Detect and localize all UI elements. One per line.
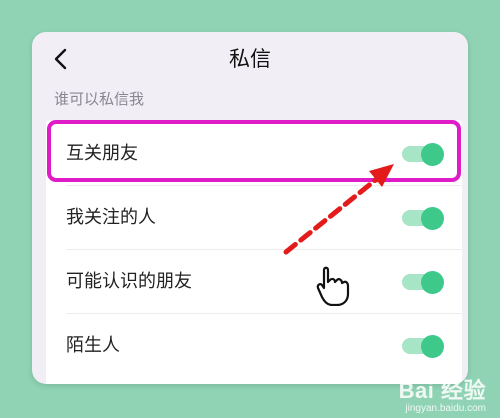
watermark: Bai 经验 jingyan.baidu.com: [399, 373, 486, 414]
watermark-url: jingyan.baidu.com: [405, 403, 486, 414]
watermark-brand: Bai 经验: [398, 378, 486, 403]
red-arrow-annotation: [283, 164, 394, 255]
hand-cursor-icon: [316, 266, 350, 306]
